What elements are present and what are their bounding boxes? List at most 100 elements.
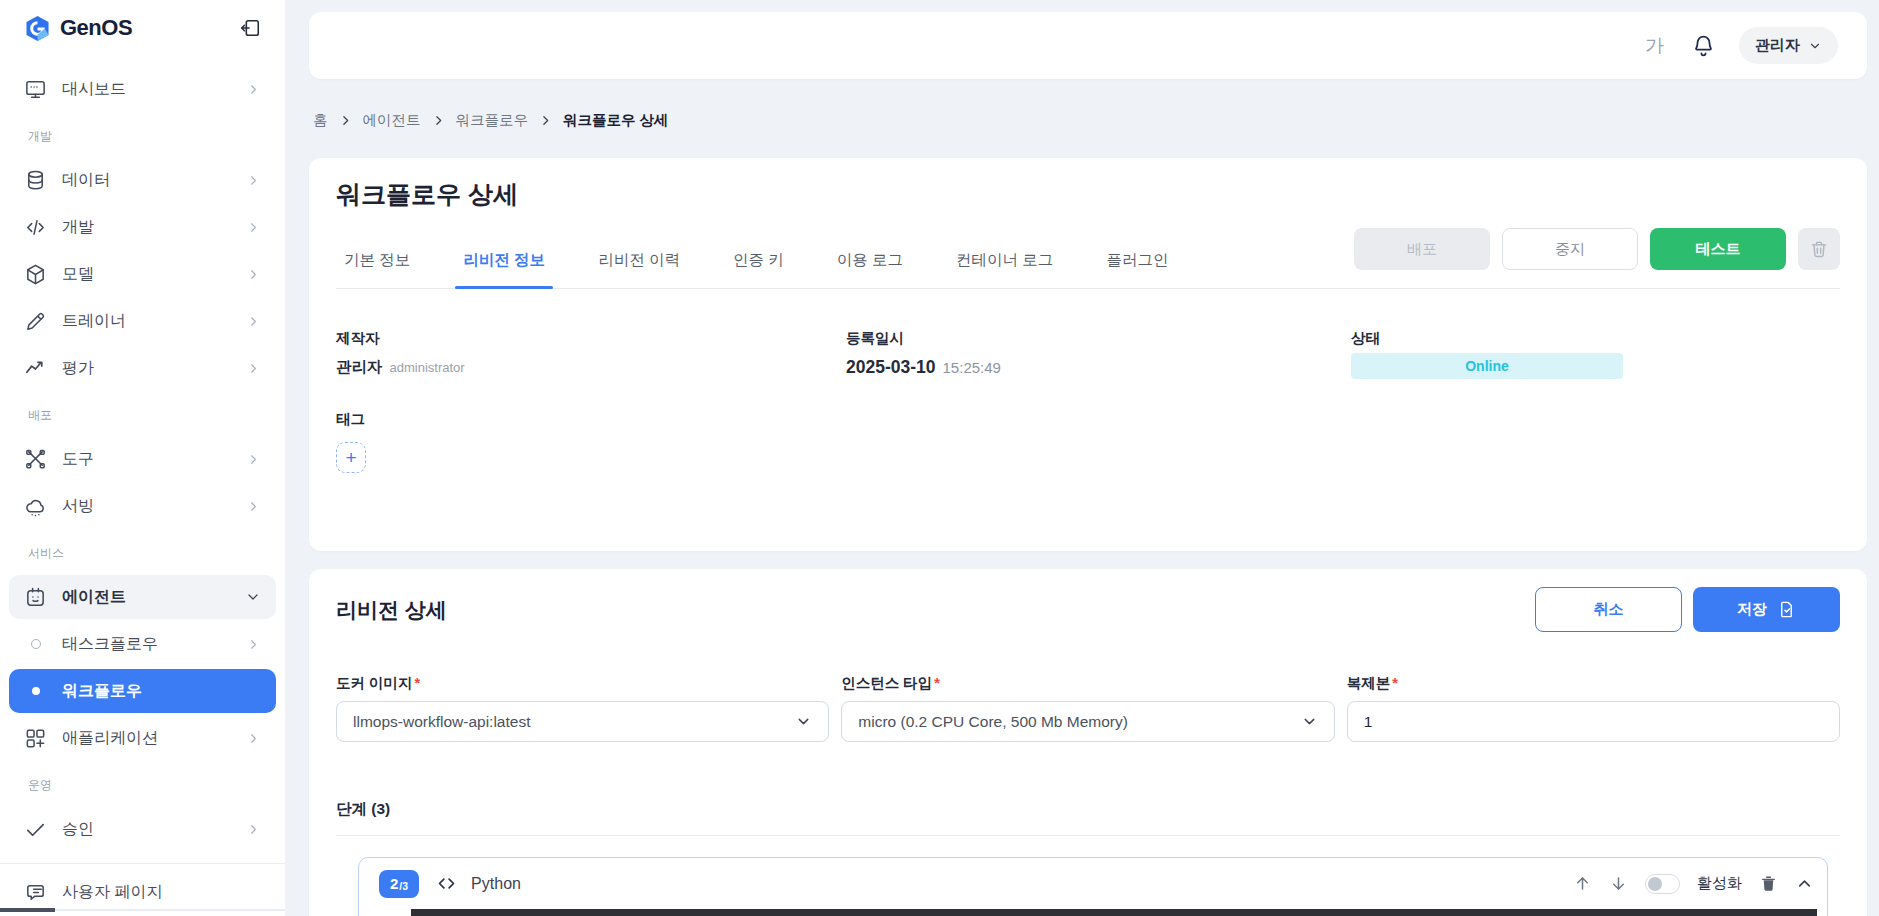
move-down-button[interactable]	[1609, 874, 1628, 893]
chevron-right-icon	[246, 173, 261, 188]
sidebar-item-label: 에이전트	[62, 587, 126, 608]
tab-기본-정보[interactable]: 기본 정보	[336, 250, 418, 288]
dot-bullet-icon	[24, 687, 47, 695]
sidebar-section-label: 배포	[0, 390, 285, 434]
breadcrumb-item[interactable]: 에이전트	[363, 111, 421, 130]
creator-value: 관리자	[336, 357, 383, 378]
tab-리비전-정보[interactable]: 리비전 정보	[455, 250, 553, 288]
field-label: 도커 이미지*	[336, 674, 829, 693]
sidebar-item-check[interactable]: 승인	[9, 807, 276, 851]
sidebar-item-tools[interactable]: 도구	[9, 437, 276, 481]
breadcrumb: 홈에이전트워크플로우워크플로우 상세	[313, 111, 669, 130]
sidebar-section-label: 개발	[0, 111, 285, 155]
collapse-step-button[interactable]	[1795, 874, 1814, 893]
code-icon	[24, 216, 47, 239]
field-value: micro (0.2 CPU Core, 500 Mb Memory)	[858, 713, 1128, 731]
sidebar-subitem[interactable]: 워크플로우	[9, 669, 276, 713]
breadcrumb-chevron-icon	[339, 114, 352, 127]
circle-bullet-icon	[24, 639, 47, 649]
sidebar-item-pencil[interactable]: 트레이너	[9, 299, 276, 343]
add-tag-button[interactable]: +	[336, 442, 366, 473]
sidebar-item-apps[interactable]: 애플리케이션	[9, 716, 276, 760]
tab-이용-로그[interactable]: 이용 로그	[829, 250, 911, 288]
font-size-button[interactable]: 가	[1645, 33, 1664, 59]
sidebar-item-code[interactable]: 개발	[9, 205, 276, 249]
save-button[interactable]: 저장	[1693, 587, 1840, 632]
delete-button[interactable]	[1798, 228, 1840, 270]
pencil-icon	[24, 310, 47, 333]
code-editor[interactable]	[411, 909, 1817, 916]
steps-label: 단계 (3)	[336, 799, 1840, 820]
chevron-right-icon	[246, 361, 261, 376]
agent-icon	[24, 586, 47, 609]
sidebar-item-label: 트레이너	[62, 311, 126, 332]
chevron-down-icon	[245, 589, 261, 605]
cancel-button[interactable]: 취소	[1535, 587, 1682, 632]
sidebar-scrollbar[interactable]	[0, 909, 285, 911]
sidebar-item-database[interactable]: 데이터	[9, 158, 276, 202]
revision-detail-card: 리비전 상세 취소 저장 도커 이미지* llmops-workflow-api:…	[309, 569, 1867, 916]
sidebar-item-cube[interactable]: 모델	[9, 252, 276, 296]
step-delete-button[interactable]	[1759, 874, 1778, 893]
notification-bell-icon[interactable]	[1691, 33, 1716, 58]
chevron-down-icon	[1301, 713, 1318, 730]
breadcrumb-chevron-icon	[539, 114, 552, 127]
breadcrumb-item[interactable]: 워크플로우	[456, 111, 529, 130]
workflow-detail-card: 워크플로우 상세 기본 정보리비전 정보리비전 이력인증 키이용 로그컨테이너 …	[309, 158, 1867, 551]
stop-button[interactable]: 중지	[1502, 228, 1638, 270]
sidebar-item-label: 모델	[62, 264, 94, 285]
sidebar-item-chart[interactable]: 평가	[9, 346, 276, 390]
tab-리비전-이력[interactable]: 리비전 이력	[590, 250, 688, 288]
chevron-right-icon	[246, 822, 261, 837]
tab-플러그인[interactable]: 플러그인	[1098, 250, 1176, 288]
trash-icon	[1809, 239, 1829, 259]
sidebar-item-label: 사용자 페이지	[62, 882, 162, 903]
form-field: 도커 이미지* llmops-workflow-api:latest	[336, 674, 829, 742]
chevron-right-icon	[246, 82, 261, 97]
sidebar-section-label: 운영	[0, 760, 285, 804]
sidebar-item-cloud[interactable]: 서빙	[9, 484, 276, 528]
chevron-right-icon	[246, 499, 261, 514]
trash-filled-icon	[1759, 874, 1778, 893]
user-menu-label: 관리자	[1755, 36, 1800, 55]
status-label: 상태	[1351, 329, 1840, 348]
dashboard-icon	[24, 78, 47, 101]
check-icon	[24, 818, 47, 841]
sidebar-item-agent[interactable]: 에이전트	[9, 575, 276, 619]
test-button[interactable]: 테스트	[1650, 228, 1786, 270]
code-editor-gutter	[359, 909, 411, 916]
apps-icon	[24, 727, 47, 750]
replicas-input[interactable]: 1	[1347, 701, 1840, 742]
breadcrumb-item[interactable]: 홈	[313, 111, 328, 130]
created-at-label: 등록일시	[846, 329, 1351, 348]
chevron-down-icon	[1808, 39, 1822, 53]
tab-인증-키[interactable]: 인증 키	[725, 250, 792, 288]
form-field: 인스턴스 타입* micro (0.2 CPU Core, 500 Mb Memo…	[841, 674, 1334, 742]
move-up-button[interactable]	[1573, 874, 1592, 893]
sidebar-item-label: 개발	[62, 217, 94, 238]
sidebar-section-label: 서비스	[0, 528, 285, 572]
sidebar-item-label: 서빙	[62, 496, 94, 517]
deploy-button[interactable]: 배포	[1354, 228, 1490, 270]
sidebar-subitem[interactable]: 태스크플로우	[9, 622, 276, 666]
creator-username: administrator	[390, 360, 465, 375]
sidebar-collapse-icon[interactable]	[239, 17, 261, 39]
chevron-right-icon	[246, 267, 261, 282]
tab-컨테이너-로그[interactable]: 컨테이너 로그	[948, 250, 1061, 288]
user-menu[interactable]: 관리자	[1739, 27, 1838, 64]
field-value: llmops-workflow-api:latest	[353, 713, 530, 731]
chevron-right-icon	[246, 220, 261, 235]
chevron-right-icon	[246, 452, 261, 467]
select-docker-image[interactable]: llmops-workflow-api:latest	[336, 701, 829, 742]
chevron-right-icon	[246, 637, 261, 652]
activate-toggle[interactable]	[1645, 874, 1680, 894]
field-label: 인스턴스 타입*	[841, 674, 1334, 693]
sidebar-item-label: 데이터	[62, 170, 110, 191]
code-icon	[436, 873, 457, 894]
select-instance-type[interactable]: micro (0.2 CPU Core, 500 Mb Memory)	[841, 701, 1334, 742]
created-date: 2025-03-10	[846, 357, 936, 378]
creator-label: 제작자	[336, 329, 846, 348]
sidebar-item-dashboard[interactable]: 대시보드	[9, 67, 276, 111]
sidebar-divider	[0, 863, 285, 864]
revision-detail-title: 리비전 상세	[336, 596, 447, 624]
